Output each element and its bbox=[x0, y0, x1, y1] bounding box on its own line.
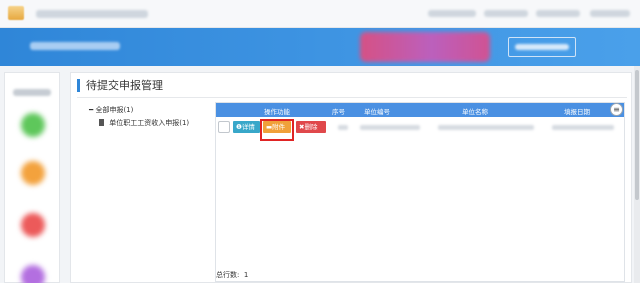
nav-green-icon[interactable] bbox=[21, 113, 45, 137]
col-header-actions[interactable]: 操作功能 bbox=[264, 106, 290, 116]
menu-icon[interactable]: ≡ bbox=[610, 103, 623, 116]
title-divider bbox=[77, 97, 627, 98]
row-unit-code-blurred bbox=[360, 125, 420, 130]
header-banner bbox=[0, 28, 640, 66]
nav-purple-icon[interactable] bbox=[21, 265, 45, 283]
col-header-index[interactable]: 序号 bbox=[332, 106, 345, 116]
top-link-blurred[interactable] bbox=[484, 10, 528, 17]
col-header-unit-name[interactable]: 单位名称 bbox=[462, 106, 488, 116]
scrollbar-thumb[interactable] bbox=[635, 70, 639, 200]
grid-header: 操作功能 序号 单位编号 单位名称 填报日期 ≡ bbox=[216, 103, 624, 117]
total-row-count: 总行数: 1 bbox=[216, 270, 248, 280]
col-header-unit-code[interactable]: 单位编号 bbox=[364, 106, 390, 116]
minus-icon[interactable]: ━ bbox=[89, 106, 93, 114]
app-logo-icon bbox=[8, 6, 24, 20]
nav-red-icon[interactable] bbox=[21, 213, 45, 237]
detail-label: 详情 bbox=[241, 123, 255, 131]
user-name-blurred bbox=[515, 44, 569, 50]
document-icon bbox=[99, 119, 104, 126]
tree-root-label: 全部申报(1) bbox=[95, 106, 134, 114]
total-count: 1 bbox=[243, 271, 249, 279]
brand-logo-icon bbox=[360, 32, 490, 62]
org-name-blurred bbox=[30, 42, 120, 50]
row-unit-name-blurred bbox=[438, 125, 534, 130]
tree-child-label: 单位职工工资收入申报(1) bbox=[109, 119, 190, 127]
attach-highlight-box bbox=[260, 119, 294, 141]
user-box[interactable] bbox=[508, 37, 576, 57]
row-date-blurred bbox=[552, 125, 614, 130]
top-link-blurred[interactable] bbox=[590, 10, 630, 17]
total-label: 总行数: bbox=[216, 271, 240, 279]
table-row[interactable]: ❶详情 ▬附件 ✖删除 bbox=[216, 119, 624, 141]
detail-button[interactable]: ❶详情 bbox=[233, 121, 260, 133]
row-index-blurred bbox=[338, 125, 348, 130]
top-link-blurred[interactable] bbox=[536, 10, 580, 17]
app-title-blurred bbox=[36, 10, 148, 18]
nav-title-blurred bbox=[13, 89, 51, 96]
delete-button[interactable]: ✖删除 bbox=[296, 121, 326, 133]
declaration-grid: 操作功能 序号 单位编号 单位名称 填报日期 ≡ ❶详情 ▬附件 ✖删除 总行数… bbox=[215, 102, 625, 282]
top-bar bbox=[0, 0, 640, 28]
main-panel: 待提交申报管理 ━ 全部申报(1) 单位职工工资收入申报(1) 操作功能 序号 … bbox=[70, 72, 632, 283]
tree-child-node[interactable]: 单位职工工资收入申报(1) bbox=[99, 118, 189, 128]
tree-root-node[interactable]: ━ 全部申报(1) bbox=[89, 105, 133, 115]
nav-orange-icon[interactable] bbox=[21, 161, 45, 185]
top-link-blurred[interactable] bbox=[428, 10, 476, 17]
row-checkbox[interactable] bbox=[218, 121, 230, 133]
page-title: 待提交申报管理 bbox=[77, 79, 163, 92]
delete-label: 删除 bbox=[304, 123, 318, 131]
left-nav bbox=[4, 72, 60, 283]
col-header-date[interactable]: 填报日期 bbox=[564, 106, 590, 116]
